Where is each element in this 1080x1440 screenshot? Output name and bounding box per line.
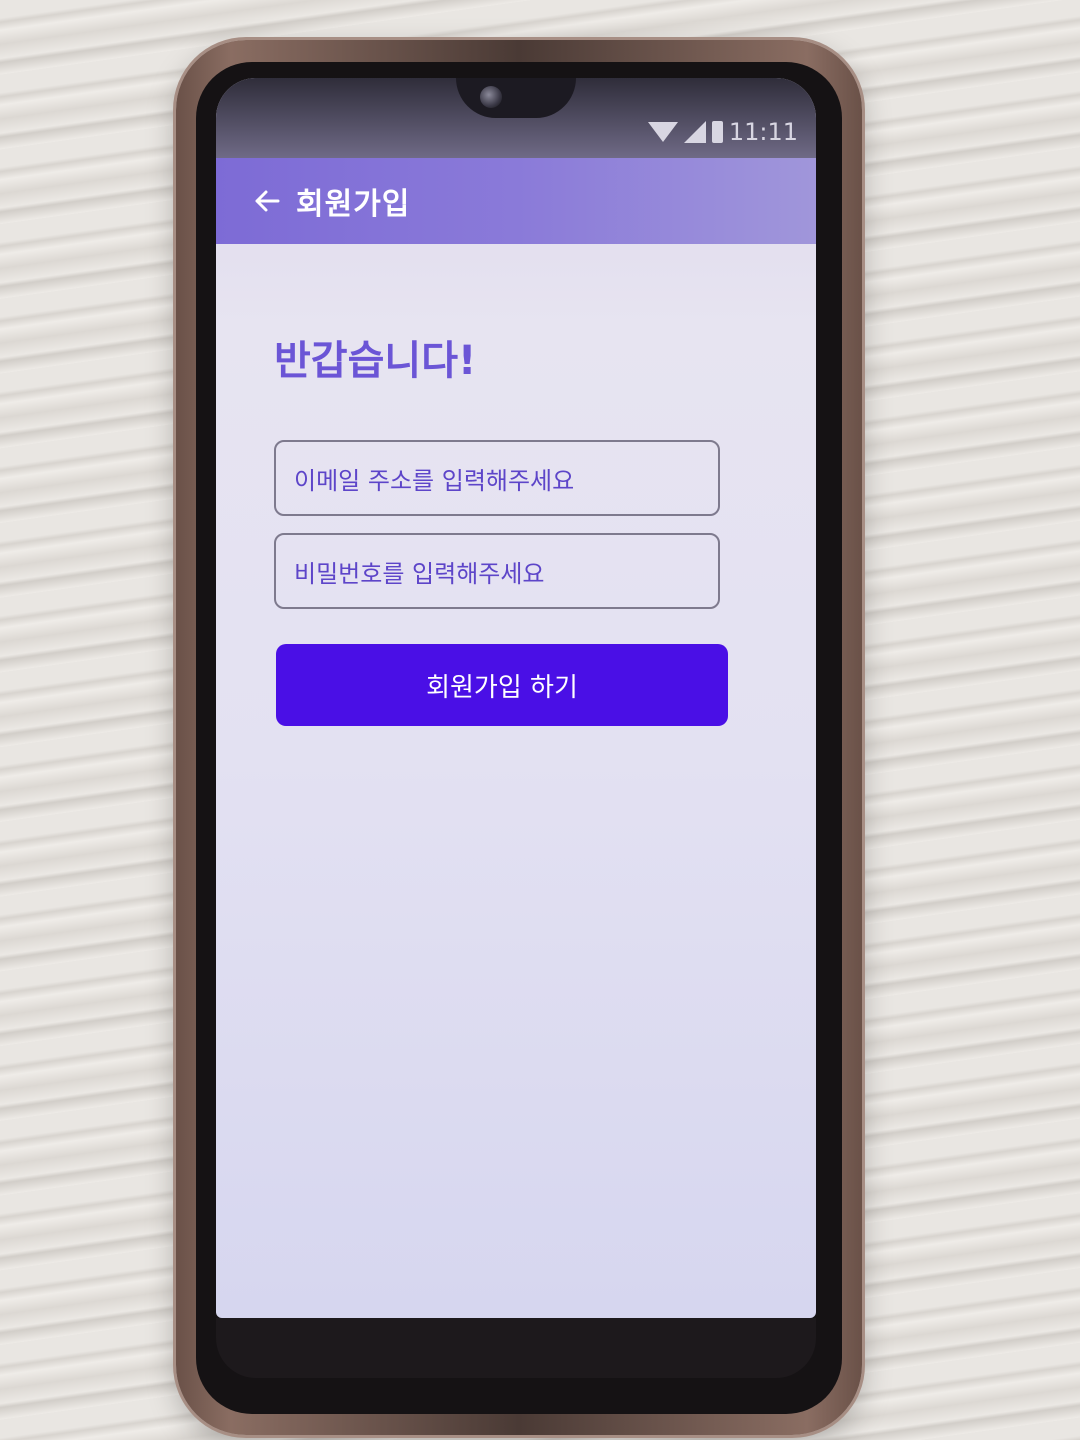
front-camera: [480, 86, 502, 108]
battery-icon: [711, 121, 723, 143]
email-placeholder: 이메일 주소를 입력해주세요: [294, 466, 575, 495]
status-bar: 11:11: [216, 78, 816, 158]
arrow-left-icon[interactable]: [252, 186, 282, 216]
wifi-icon: [647, 122, 678, 142]
signup-button[interactable]: 회원가입 하기: [276, 644, 728, 726]
greeting-heading: 반갑습니다!: [274, 338, 477, 384]
password-field[interactable]: 비밀번호를 입력해주세요: [274, 533, 720, 609]
page-title: 회원가입: [296, 187, 411, 222]
password-placeholder: 비밀번호를 입력해주세요: [294, 559, 545, 588]
notch: [456, 78, 576, 118]
status-time: 11:11: [728, 118, 798, 146]
status-icons: 11:11: [647, 118, 798, 146]
bottom-bezel: [216, 1318, 816, 1378]
signal-icon: [683, 121, 706, 143]
email-field[interactable]: 이메일 주소를 입력해주세요: [274, 440, 720, 516]
phone-screen: 11:11 회원가입 반갑습니다! 이메일 주소를 입력해주세요 비밀번호를 입…: [216, 78, 816, 1318]
app-bar: 회원가입: [216, 158, 816, 244]
